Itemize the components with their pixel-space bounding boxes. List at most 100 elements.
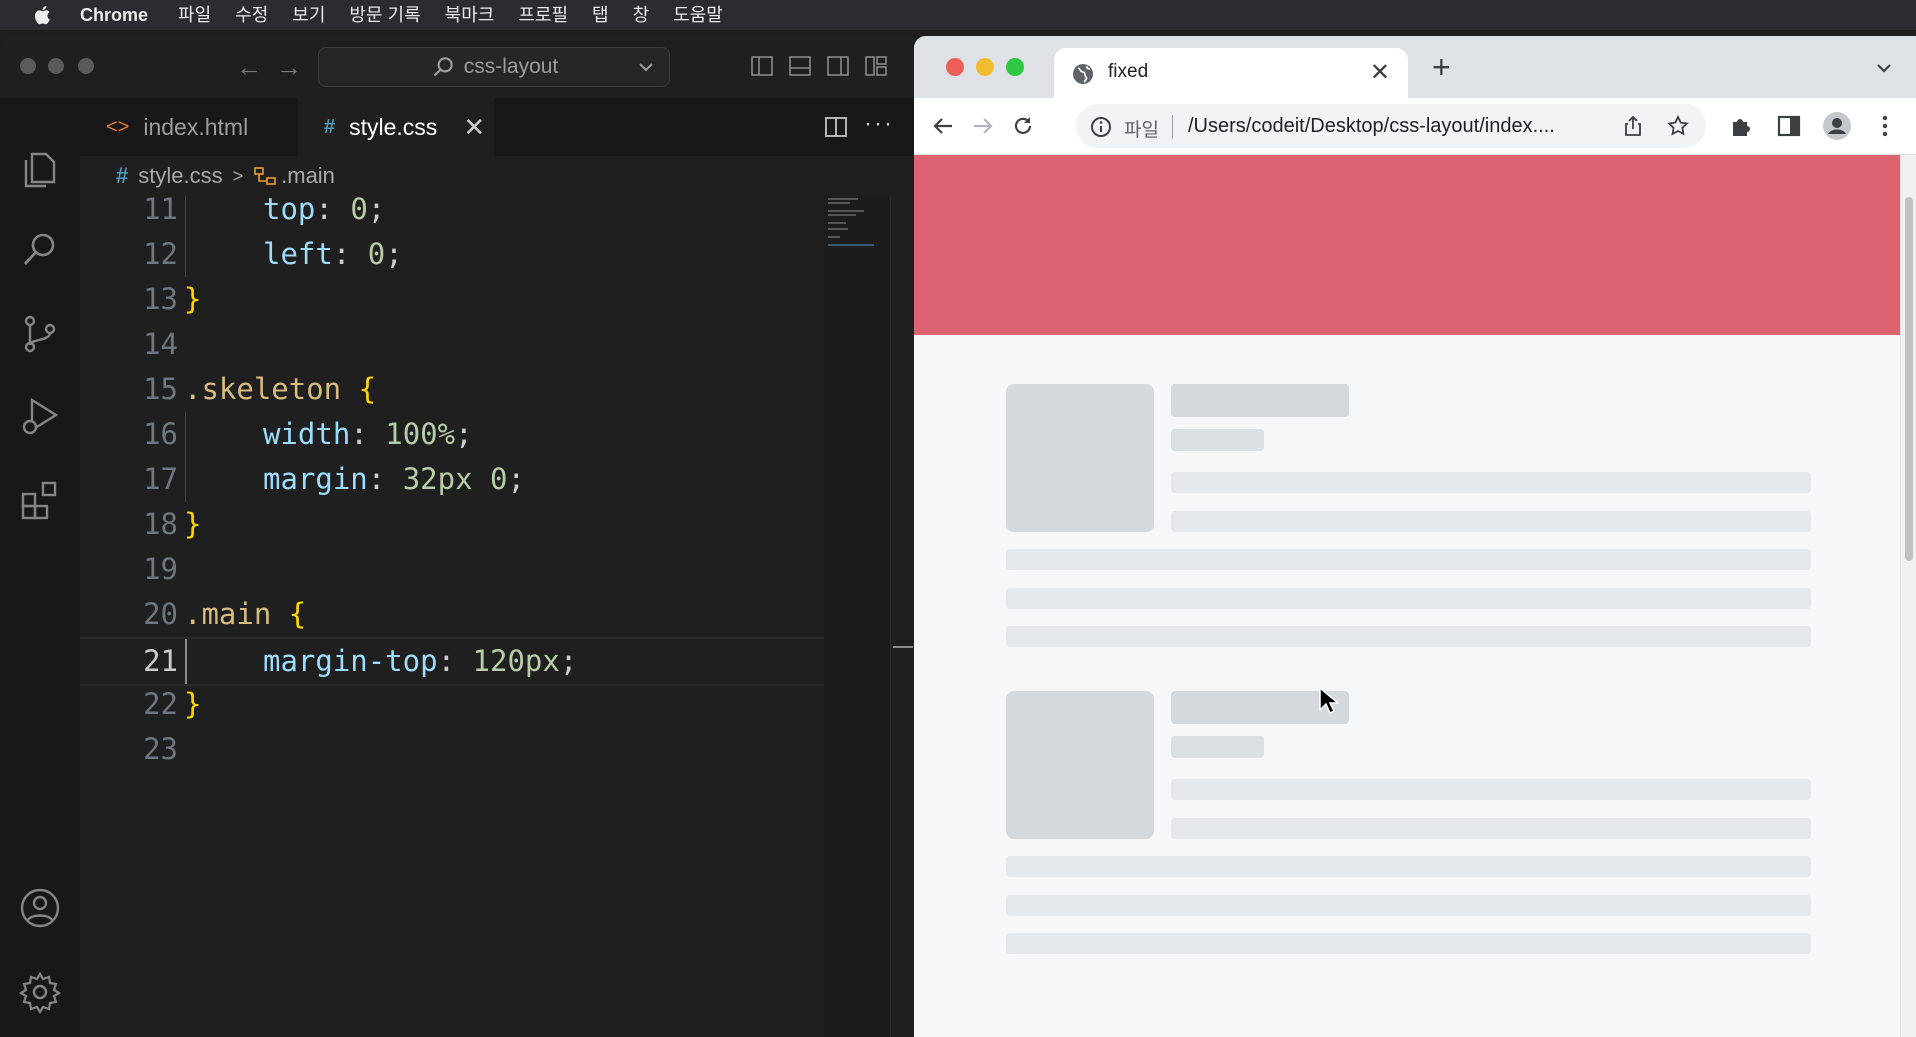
menu-help[interactable]: 도움말: [673, 0, 723, 30]
toggle-secondary-sidebar-icon[interactable]: [826, 54, 850, 78]
tab-label: index.html: [143, 113, 249, 140]
more-actions-icon[interactable]: ···: [864, 110, 894, 138]
skeleton-line: [1006, 626, 1811, 647]
close-icon[interactable]: ✕: [1370, 58, 1390, 87]
toggle-panel-icon[interactable]: [788, 54, 812, 78]
code-line[interactable]: 15 .skeleton {: [80, 367, 824, 412]
tab-index-html[interactable]: <> index.html: [80, 98, 298, 156]
skeleton-title: [1171, 384, 1349, 417]
minimap[interactable]: [824, 196, 890, 1037]
forward-arrow-icon[interactable]: →: [276, 52, 302, 83]
menu-history[interactable]: 방문 기록: [349, 0, 420, 30]
menu-profiles[interactable]: 프로필: [518, 0, 568, 30]
search-icon[interactable]: [18, 228, 62, 272]
skeleton-line: [1006, 856, 1811, 877]
chevron-right-icon: >: [232, 165, 244, 186]
css-file-icon: #: [324, 115, 336, 138]
menu-view[interactable]: 보기: [292, 0, 325, 30]
code-line[interactable]: 21 margin-top: 120px;: [80, 637, 824, 686]
code-token: ;: [559, 644, 578, 678]
extensions-icon[interactable]: [18, 478, 62, 522]
editor-scrollbar[interactable]: [890, 196, 914, 1037]
scrollbar-thumb[interactable]: [1905, 197, 1913, 561]
skeleton-line: [1006, 933, 1811, 954]
code-line[interactable]: 18}: [80, 502, 824, 547]
window-close-button[interactable]: [946, 58, 964, 76]
page-scrollbar[interactable]: [1900, 155, 1916, 1037]
new-tab-icon[interactable]: +: [1432, 49, 1451, 86]
code-line[interactable]: 22}: [80, 682, 824, 727]
code-line[interactable]: 17 margin: 32px 0;: [80, 457, 824, 502]
line-number: 20: [143, 597, 178, 631]
line-number: 13: [143, 282, 178, 316]
code-token: :: [367, 462, 403, 496]
menu-bookmarks[interactable]: 북마크: [445, 0, 495, 30]
toggle-primary-sidebar-icon[interactable]: [750, 54, 774, 78]
explorer-files-icon[interactable]: [18, 148, 62, 192]
code-token: :: [315, 196, 351, 226]
menu-window[interactable]: 창: [633, 0, 650, 30]
back-arrow-icon[interactable]: ←: [236, 52, 262, 83]
profile-avatar-icon[interactable]: [1822, 111, 1852, 141]
code-line[interactable]: 13}: [80, 277, 824, 322]
url-text[interactable]: /Users/codeit/Desktop/css-layout/index..…: [1188, 115, 1555, 138]
close-icon[interactable]: ✕: [463, 112, 485, 143]
forward-arrow-icon[interactable]: [970, 113, 996, 139]
more-vertical-icon[interactable]: [1872, 113, 1898, 139]
code-line[interactable]: 19: [80, 547, 824, 592]
window-close-button[interactable]: [20, 58, 36, 74]
skeleton-subtitle: [1171, 736, 1264, 758]
side-panel-icon[interactable]: [1776, 113, 1802, 139]
code-editor[interactable]: 11 top: 0; 12 left: 0; 13} 14 15 .skeleton {16 w…: [80, 196, 824, 1037]
run-debug-icon[interactable]: [18, 394, 62, 438]
window-zoom-button[interactable]: [78, 58, 94, 74]
window-minimize-button[interactable]: [48, 58, 64, 74]
bookmark-star-icon[interactable]: [1666, 114, 1690, 138]
code-line[interactable]: 20 .main {: [80, 592, 824, 637]
code-text: .main {: [184, 592, 306, 637]
source-control-icon[interactable]: [18, 312, 62, 356]
share-icon[interactable]: [1622, 115, 1644, 137]
line-number: 23: [143, 732, 178, 766]
gear-icon[interactable]: [18, 970, 62, 1014]
code-line[interactable]: 11 top: 0;: [80, 196, 824, 232]
back-arrow-icon[interactable]: [930, 113, 956, 139]
code-text: }: [184, 682, 201, 727]
fixed-header-block: [914, 155, 1900, 335]
code-token: .skeleton: [184, 372, 342, 406]
mouse-pointer-icon: [1319, 686, 1338, 715]
chevron-down-icon[interactable]: [1874, 58, 1894, 78]
code-line[interactable]: 12 left: 0;: [80, 232, 824, 277]
apple-icon[interactable]: [28, 0, 58, 30]
menu-edit[interactable]: 수정: [235, 0, 268, 30]
menu-app-name[interactable]: Chrome: [80, 0, 148, 30]
url-scheme-label: 파일: [1124, 120, 1159, 141]
reload-icon[interactable]: [1010, 113, 1036, 139]
vscode-window: ← → css-layout <> index.html # style.css…: [0, 36, 914, 1037]
breadcrumb-symbol[interactable]: .main: [281, 163, 335, 189]
editor-tab-bar: <> index.html # style.css ✕ ···: [80, 98, 914, 156]
tab-style-css[interactable]: # style.css ✕: [298, 98, 494, 156]
code-line[interactable]: 23: [80, 727, 824, 772]
window-minimize-button[interactable]: [976, 58, 994, 76]
address-bar[interactable]: 파일 /Users/codeit/Desktop/css-layout/inde…: [1076, 104, 1706, 148]
command-center-search[interactable]: css-layout: [318, 47, 670, 87]
tab-label: style.css: [349, 113, 438, 140]
menu-tab[interactable]: 탭: [592, 0, 609, 30]
chevron-down-icon[interactable]: [637, 58, 655, 76]
code-line[interactable]: 14: [80, 322, 824, 367]
chrome-toolbar: 파일 /Users/codeit/Desktop/css-layout/inde…: [914, 98, 1916, 155]
menu-file[interactable]: 파일: [178, 0, 211, 30]
line-number: 14: [143, 327, 178, 361]
code-line[interactable]: 16 width: 100%;: [80, 412, 824, 457]
customize-layout-icon[interactable]: [864, 54, 888, 78]
info-icon[interactable]: [1090, 116, 1112, 138]
window-zoom-button[interactable]: [1006, 58, 1024, 76]
browser-tab[interactable]: fixed ✕: [1054, 48, 1408, 98]
accounts-icon[interactable]: [18, 886, 62, 930]
line-number: 11: [143, 196, 178, 226]
breadcrumb-file[interactable]: style.css: [138, 163, 222, 189]
split-editor-icon[interactable]: [824, 115, 848, 139]
extensions-puzzle-icon[interactable]: [1728, 113, 1754, 139]
